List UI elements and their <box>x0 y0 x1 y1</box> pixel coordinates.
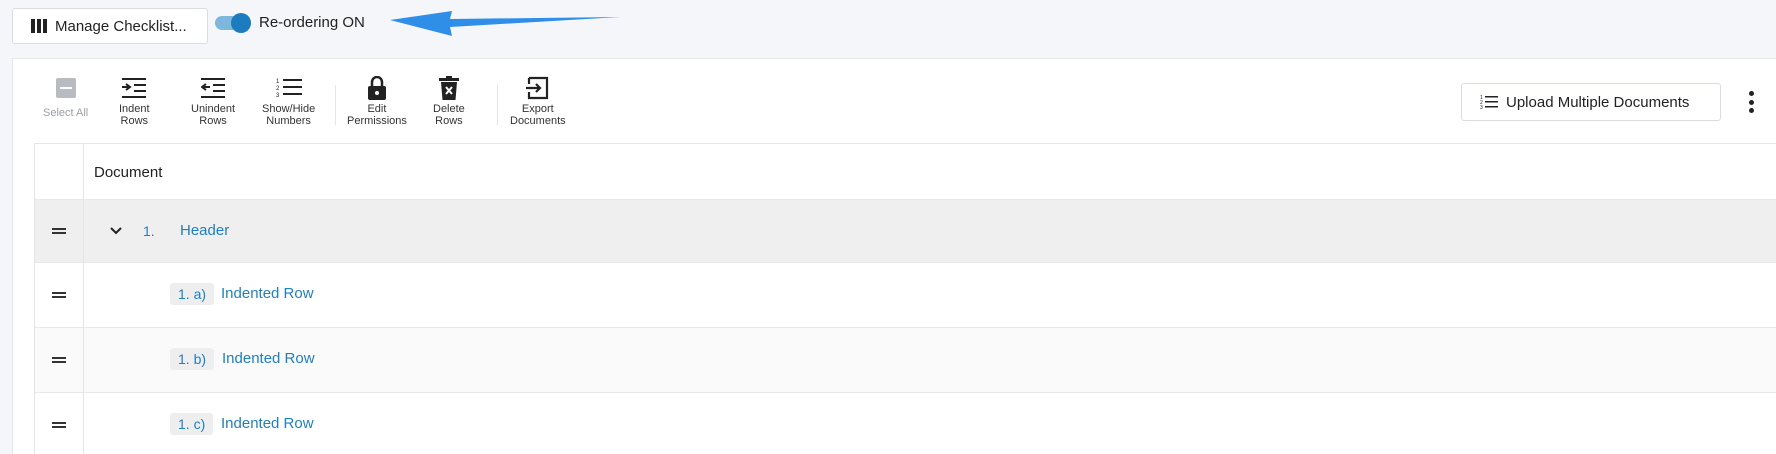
export-documents-label-1: Export <box>521 103 554 115</box>
svg-text:3: 3 <box>276 93 280 99</box>
unindent-rows-button[interactable]: Unindent Rows <box>191 75 235 127</box>
svg-text:3: 3 <box>1480 105 1483 110</box>
chevron-down-icon[interactable] <box>109 224 123 238</box>
show-hide-numbers-label-1: Show/Hide <box>262 103 316 115</box>
drag-handle-icon[interactable] <box>35 263 84 327</box>
unindent-rows-label-1: Unindent <box>191 103 236 115</box>
edit-permissions-label-2: Permissions <box>347 115 407 127</box>
annotation-arrow <box>390 11 620 36</box>
row-number: 1. <box>143 223 155 239</box>
manage-checklist-button[interactable]: Manage Checklist... <box>12 8 208 44</box>
unindent-icon <box>201 75 226 101</box>
table-row[interactable]: 1. c) Indented Row <box>35 393 1776 454</box>
table-row[interactable]: 1. b) Indented Row <box>35 328 1776 393</box>
export-documents-button[interactable]: Export Documents <box>510 75 566 127</box>
row-link[interactable]: Indented Row <box>222 350 315 367</box>
toolbar: Select All Indent Rows Unindent Rows 123… <box>13 59 1776 143</box>
row-link[interactable]: Indented Row <box>221 415 314 432</box>
toolbar-divider <box>497 85 498 125</box>
table-row-header[interactable]: 1. Header <box>35 200 1776 263</box>
indent-rows-label-1: Indent <box>119 103 150 115</box>
table-row[interactable]: 1. a) Indented Row <box>35 263 1776 328</box>
upload-multiple-documents-label: Upload Multiple Documents <box>1506 93 1690 111</box>
drag-handle-icon[interactable] <box>35 200 84 262</box>
top-bar: Manage Checklist... Re-ordering ON <box>0 0 1776 56</box>
select-all-label: Select All <box>43 107 89 119</box>
toggle-knob <box>231 13 251 33</box>
kebab-menu-icon[interactable] <box>1748 91 1754 113</box>
checklist-panel: Select All Indent Rows Unindent Rows 123… <box>12 58 1776 454</box>
export-icon <box>525 75 550 101</box>
table-header-row: Document <box>35 144 1776 200</box>
delete-icon <box>438 75 459 101</box>
drag-handle-icon[interactable] <box>35 393 84 454</box>
edit-permissions-button[interactable]: Edit Permissions <box>347 75 407 127</box>
row-number: 1. b) <box>170 348 215 370</box>
manage-checklist-label: Manage Checklist... <box>55 17 187 35</box>
upload-multiple-documents-button[interactable]: 123 Upload Multiple Documents <box>1461 83 1721 121</box>
row-link[interactable]: Header <box>180 222 229 239</box>
edit-permissions-label-1: Edit <box>367 103 387 115</box>
lock-icon <box>367 75 387 101</box>
reordering-toggle-label: Re-ordering ON <box>259 14 365 31</box>
delete-rows-label-2: Rows <box>435 115 463 127</box>
columns-icon <box>31 19 47 33</box>
row-link[interactable]: Indented Row <box>221 285 314 302</box>
unindent-rows-label-2: Rows <box>199 115 227 127</box>
svg-text:2: 2 <box>276 86 280 92</box>
delete-rows-button[interactable]: Delete Rows <box>433 75 465 127</box>
list-icon: 123 <box>1480 95 1498 110</box>
indent-icon <box>122 75 147 101</box>
row-number: 1. a) <box>170 283 215 305</box>
show-hide-numbers-label-2: Numbers <box>266 115 311 127</box>
drag-handle-icon[interactable] <box>35 328 84 392</box>
delete-rows-label-1: Delete <box>433 103 465 115</box>
svg-text:1: 1 <box>276 79 280 85</box>
reordering-toggle[interactable] <box>215 13 251 33</box>
select-all-button[interactable]: Select All <box>43 75 88 119</box>
numbered-list-icon: 123 <box>276 75 302 101</box>
documents-table: Document 1. Header 1. a) Indented Row 1.… <box>34 143 1776 454</box>
row-number: 1. c) <box>170 413 214 435</box>
export-documents-label-2: Documents <box>510 115 566 127</box>
show-hide-numbers-button[interactable]: 123 Show/Hide Numbers <box>262 75 315 127</box>
header-handle-cell <box>35 144 84 199</box>
column-header-document: Document <box>94 164 163 181</box>
indent-rows-label-2: Rows <box>120 115 149 127</box>
select-all-checkbox-icon <box>55 75 76 101</box>
toolbar-divider <box>335 85 336 125</box>
indent-rows-button[interactable]: Indent Rows <box>119 75 150 127</box>
